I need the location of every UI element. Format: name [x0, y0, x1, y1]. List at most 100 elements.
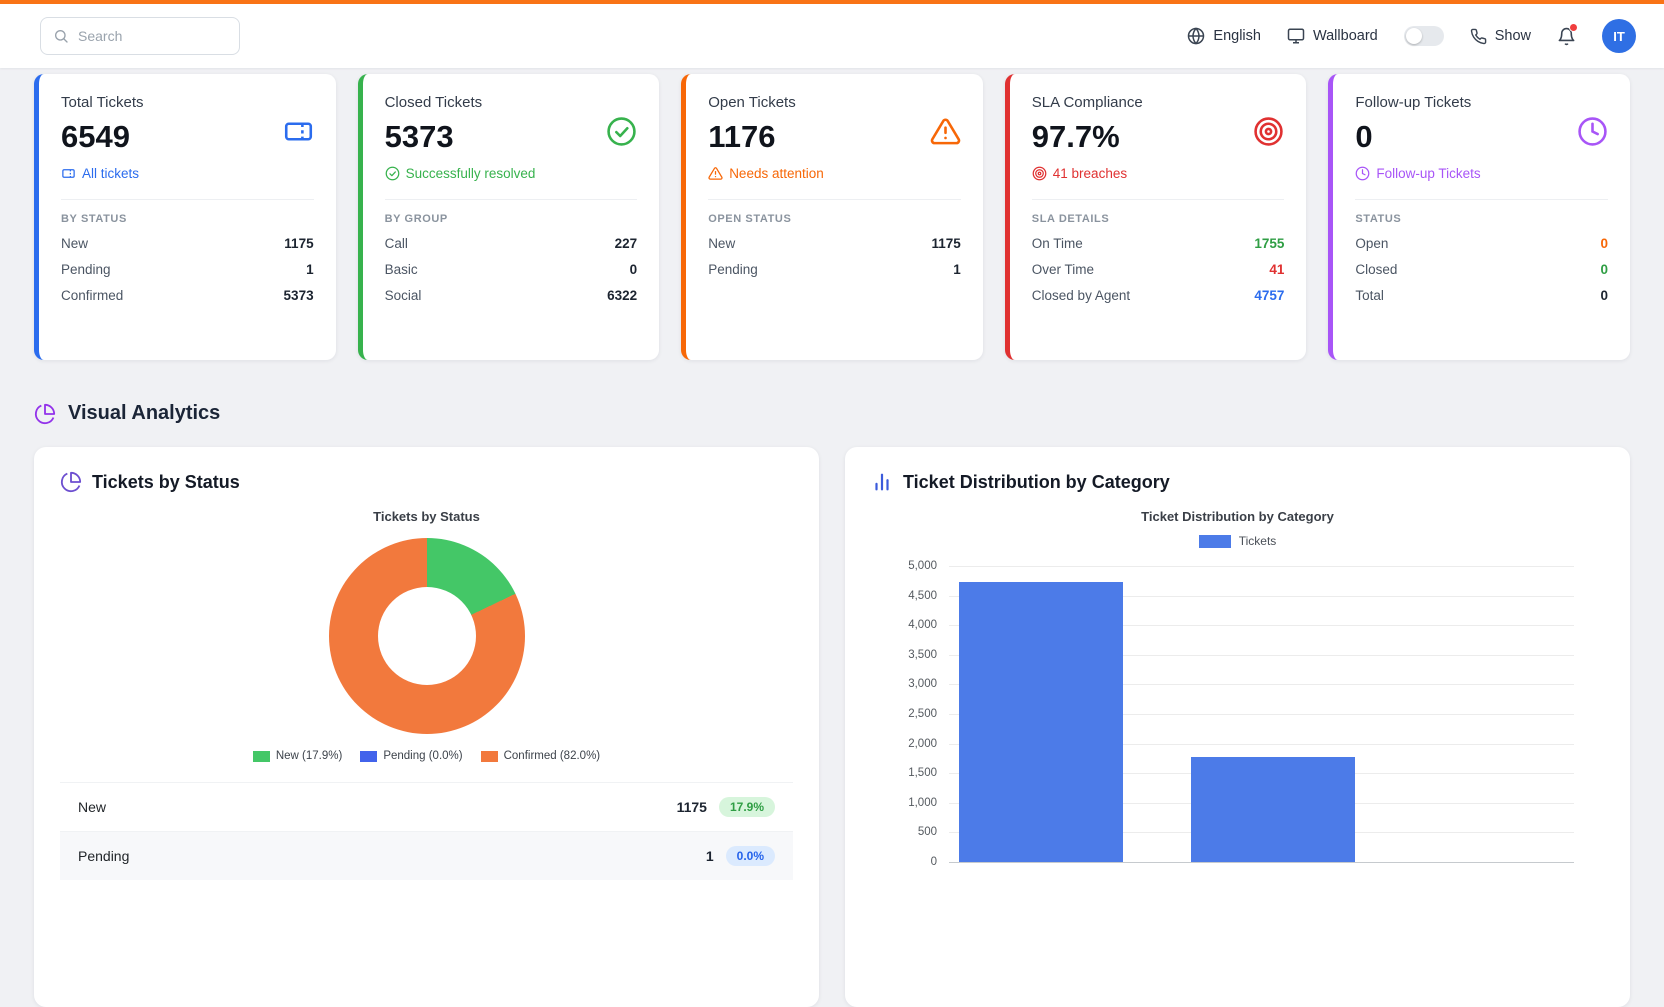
card-status-line: Follow-up Tickets: [1355, 166, 1481, 181]
check-circle-icon: [606, 116, 637, 147]
stat-row-value: 6322: [607, 288, 638, 303]
stat-row-value: 0: [1600, 288, 1608, 303]
stat-row-value: 1755: [1254, 236, 1285, 251]
stat-row: On Time 1755: [1032, 236, 1285, 251]
card-title: Follow-up Tickets: [1355, 94, 1472, 111]
target-icon: [1253, 116, 1284, 147]
stat-row-label: On Time: [1031, 236, 1083, 251]
y-axis-tick: 4,500: [908, 589, 937, 602]
wallboard-button[interactable]: Wallboard: [1287, 27, 1378, 45]
stat-row-value: 1: [953, 262, 961, 277]
stat-row: Open 0: [1355, 236, 1608, 251]
legend-item-confirmed[interactable]: Confirmed (82.0%): [480, 750, 600, 762]
donut-legend: New (17.9%) Pending (0.0%) Confirmed (82…: [60, 750, 793, 762]
stat-row-value: 1175: [284, 236, 314, 251]
stat-card-total-tickets: Total Tickets 6549 All tickets BY STATUS…: [34, 74, 336, 360]
card-title: Open Tickets: [708, 94, 796, 111]
bar-category-2: [1191, 756, 1355, 862]
target-icon: [1032, 166, 1047, 181]
status-row-new: New 1175 17.9%: [60, 782, 793, 831]
status-row-value: 1: [705, 848, 714, 864]
y-axis-tick: 3,500: [908, 648, 937, 661]
clock-icon: [1355, 166, 1370, 181]
alert-triangle-icon: [930, 116, 961, 147]
show-button[interactable]: Show: [1470, 28, 1531, 45]
card-badge-label: Needs attention: [729, 166, 824, 181]
check-circle-icon: [385, 166, 400, 181]
avatar[interactable]: IT: [1602, 19, 1636, 53]
y-axis-tick: 1,500: [908, 767, 937, 780]
section-title: Visual Analytics: [68, 402, 221, 424]
stat-card-follow-up-tickets: Follow-up Tickets 0 Follow-up Tickets ST…: [1328, 74, 1630, 360]
y-axis-tick: 3,000: [908, 678, 937, 691]
stat-row: New 1175: [61, 236, 314, 251]
stat-card-closed-tickets: Closed Tickets 5373 Successfully resolve…: [357, 74, 660, 360]
card-title: Total Tickets: [61, 94, 144, 111]
y-axis-tick: 2,500: [908, 708, 937, 720]
bar-chart-title: Ticket Distribution by Category: [1141, 509, 1334, 524]
card-status-line: 41 breaches: [1032, 166, 1143, 181]
wallboard-icon: [1287, 27, 1305, 45]
stat-row-label: Total: [1355, 288, 1384, 303]
ticket-distribution-card: Ticket Distribution by Category Ticket D…: [845, 447, 1630, 1007]
y-axis-tick: 500: [917, 826, 937, 839]
card-value: 0: [1355, 119, 1373, 154]
bar-legend-item[interactable]: Tickets: [871, 534, 1604, 548]
stat-row-value: 1175: [931, 236, 961, 251]
alert-triangle-icon: [708, 166, 723, 181]
card-status-line: Needs attention: [708, 166, 824, 181]
card-section-label: STATUS: [1355, 213, 1402, 225]
notifications-button[interactable]: [1557, 22, 1578, 46]
stat-row-label: New: [61, 236, 89, 251]
status-row-label: New: [78, 799, 107, 815]
card-badge-label: All tickets: [82, 166, 140, 181]
stat-row-label: Social: [384, 288, 422, 303]
status-pct-badge: 17.9%: [718, 797, 775, 817]
stat-row-value: 0: [1600, 262, 1608, 277]
card-title: SLA Compliance: [1031, 94, 1143, 111]
divider: [1031, 199, 1285, 200]
card-badge-label: Follow-up Tickets: [1376, 166, 1481, 181]
stat-row: Closed by Agent 4757: [1032, 288, 1285, 303]
y-axis-tick: 4,000: [908, 619, 937, 632]
legend-item-new[interactable]: New (17.9%): [252, 750, 343, 762]
bar-chart-icon: [871, 471, 893, 493]
status-row-value: 1175: [676, 799, 707, 815]
stat-card-open-tickets: Open Tickets 1176 Needs attention OPEN S…: [681, 74, 983, 360]
status-row-label: Pending: [78, 848, 130, 864]
show-label: Show: [1494, 28, 1531, 44]
clock-icon: [1577, 116, 1608, 147]
stat-row-label: Basic: [384, 262, 418, 277]
y-axis-tick: 0: [930, 856, 937, 868]
card-value: 1176: [708, 119, 776, 154]
legend-item-pending[interactable]: Pending (0.0%): [360, 750, 463, 762]
availability-toggle[interactable]: [1403, 26, 1444, 46]
search-box[interactable]: [40, 17, 240, 55]
stat-row-value: 41: [1269, 262, 1285, 277]
stat-row-value: 0: [1600, 236, 1608, 251]
legend-label: New (17.9%): [275, 750, 343, 762]
stat-row-label: Over Time: [1031, 262, 1095, 277]
ticket-icon: [283, 116, 314, 147]
avatar-initials: IT: [1613, 28, 1625, 44]
all-tickets-link[interactable]: All tickets: [61, 166, 144, 181]
y-axis-tick: 5,000: [908, 560, 937, 572]
bar-category-1: [959, 581, 1123, 862]
card-value: 5373: [384, 119, 454, 154]
status-row-pending: Pending 1 0.0%: [60, 831, 793, 880]
stat-row-label: Call: [384, 236, 408, 251]
search-icon: [53, 28, 69, 44]
chart-card-title: Ticket Distribution by Category: [903, 471, 1170, 492]
stat-row-value: 227: [614, 236, 638, 251]
bar-legend-swatch: [1198, 534, 1231, 548]
toggle-knob: [1405, 28, 1422, 44]
y-axis-tick: 1,000: [908, 796, 937, 809]
notification-dot: [1569, 22, 1578, 32]
divider: [1355, 199, 1608, 200]
card-title: Closed Tickets: [384, 94, 483, 111]
stat-row-label: Closed by Agent: [1031, 288, 1131, 303]
search-input[interactable]: [78, 28, 227, 44]
language-button[interactable]: English: [1187, 27, 1261, 45]
stat-row: Basic 0: [385, 262, 638, 277]
stat-row-label: Confirmed: [61, 288, 124, 303]
